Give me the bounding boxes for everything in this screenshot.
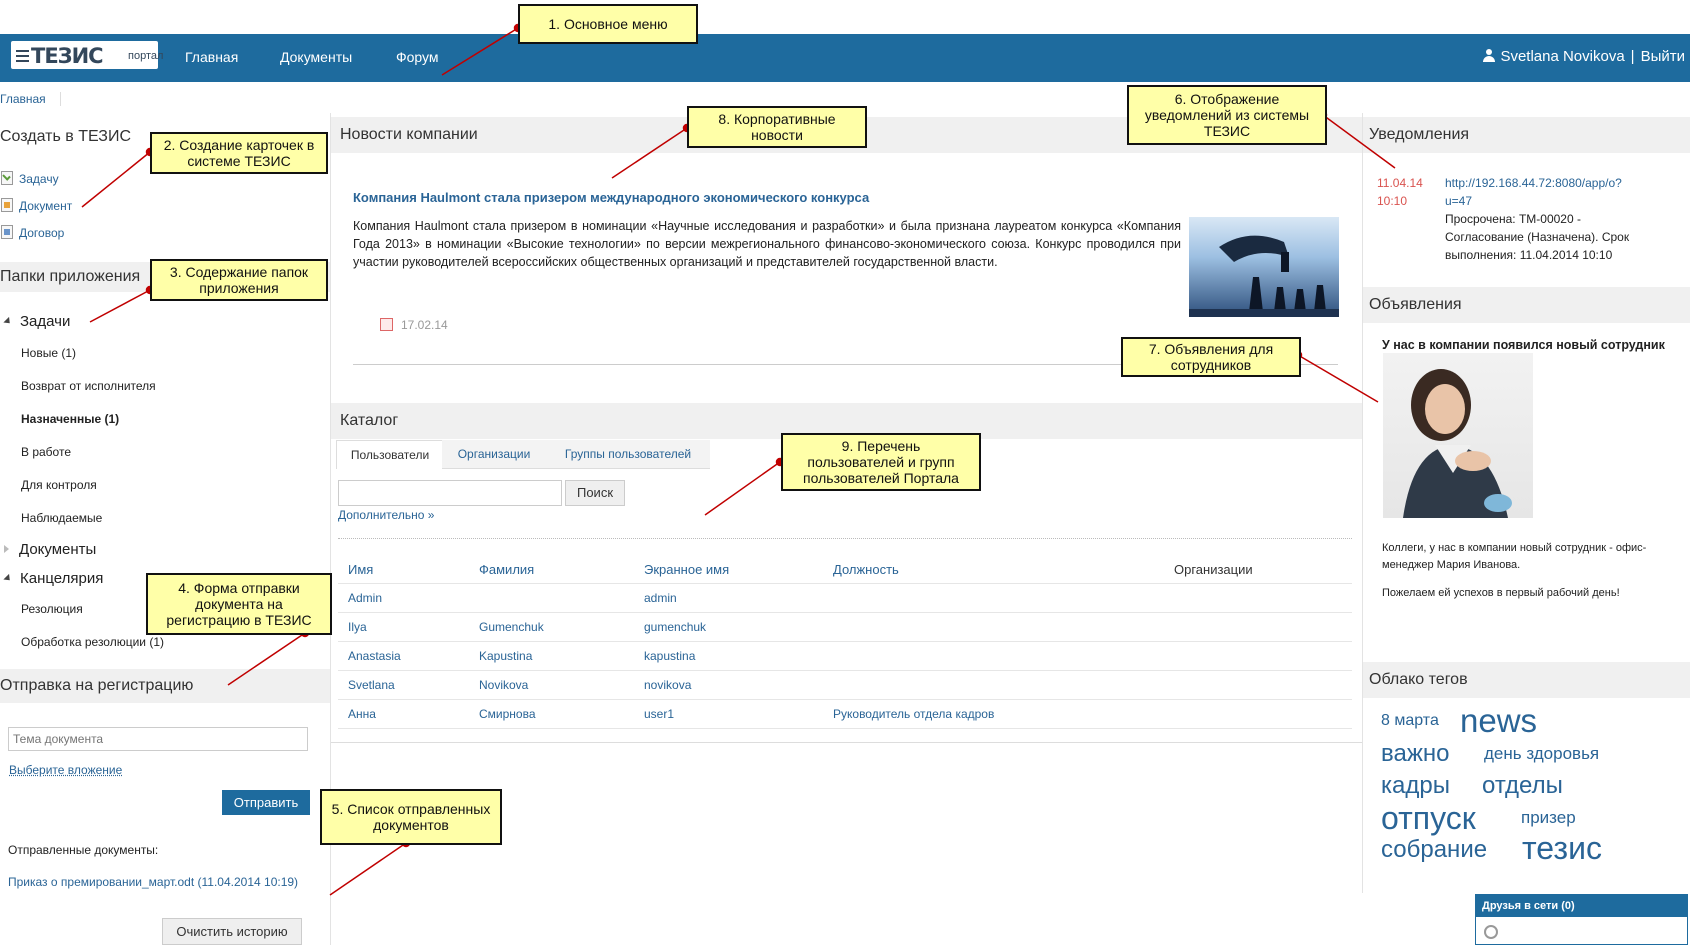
callout-sent-docs: 5. Список отправленных документов — [320, 789, 502, 845]
callout-announcements: 7. Объявления для сотрудников — [1121, 337, 1301, 377]
callout-notifications: 6. Отображение уведомлений из системы ТЕ… — [1127, 85, 1327, 145]
callout-catalog: 9. Перечень пользователей и групп пользо… — [781, 433, 981, 491]
callout-registration-form: 4. Форма отправки документа на регистрац… — [146, 573, 332, 635]
callout-main-menu: 1. Основное меню — [518, 4, 698, 44]
callout-news: 8. Корпоративные новости — [687, 106, 867, 148]
callout-create-cards: 2. Создание карточек в системе ТЕЗИС — [150, 132, 328, 174]
callout-folders: 3. Содержание папок приложения — [150, 259, 328, 301]
